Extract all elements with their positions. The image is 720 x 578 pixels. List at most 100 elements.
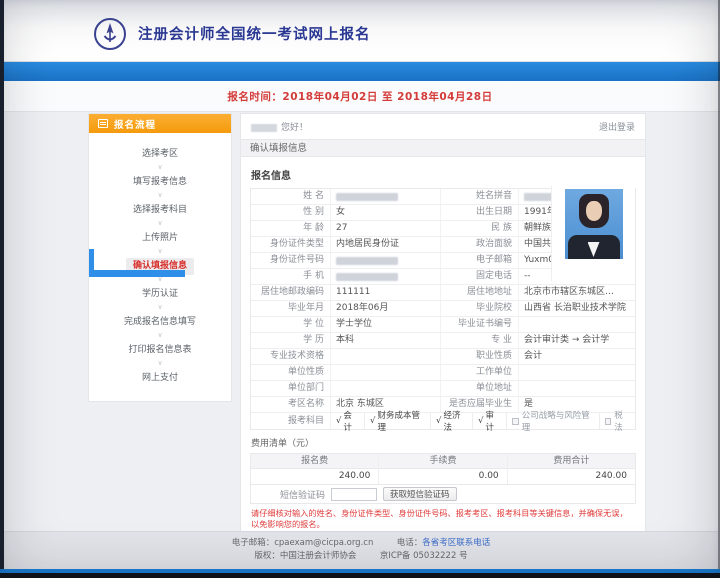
- subject-label: 财务成本管理: [377, 409, 425, 433]
- footer-phone-label: 电话：: [397, 538, 423, 548]
- sidebar-step-item[interactable]: 打印报名信息表: [89, 341, 231, 359]
- field-label: 身份证件类型: [251, 237, 331, 252]
- checkbox-icon: [605, 418, 612, 425]
- get-sms-code-button[interactable]: 获取短信验证码: [383, 487, 457, 501]
- cicpa-logo-icon: [92, 16, 128, 52]
- section-title-bar: 确认填报信息: [241, 139, 645, 157]
- fee-column-value: 240.00: [251, 469, 378, 484]
- subject-option: 经济法: [431, 413, 473, 429]
- subject-label: 税法: [614, 409, 630, 433]
- sidebar-step-label: 打印报名信息表: [121, 342, 198, 359]
- field-label: 电子邮箱: [441, 253, 519, 268]
- sidebar-step: 填写报考信息: [89, 173, 231, 201]
- field-label: 居住地地址: [441, 285, 519, 300]
- applicant-photo: [565, 189, 623, 259]
- field-label: 毕业院校: [441, 301, 519, 316]
- footer-contact-line: 电子邮箱：cpaexam@cicpa.org.cn 电话：各省考区联系电话: [4, 537, 718, 550]
- field-label: 单位地址: [441, 381, 519, 396]
- fee-table: 报名费 240.00 手续费 0.00 费用合计 240.00: [250, 453, 636, 485]
- chevron-down-icon: [89, 331, 231, 341]
- field-value: [331, 253, 441, 268]
- sidebar-step: 上传照片: [89, 229, 231, 257]
- check-icon: [336, 416, 341, 426]
- form-row: 学 位 学士学位 毕业证书编号: [251, 317, 635, 333]
- top-nav-bar: [0, 62, 720, 81]
- photo-face: [586, 201, 602, 221]
- form-row: 居住地邮政编码 111111 居住地地址 北京市市辖区东城区…: [251, 285, 635, 301]
- footer-phone-link[interactable]: 各省考区联系电话: [422, 538, 490, 548]
- greeting-row: 您好！ 退出登录: [241, 114, 645, 139]
- sidebar-step-item[interactable]: 学历认证: [89, 285, 231, 303]
- field-value: [519, 365, 639, 380]
- fee-column-value: 240.00: [508, 469, 635, 484]
- screen-edge-bottom: [0, 573, 720, 578]
- form-wrap: 报名信息 姓 名 姓名拼音 性 别 女 出生日期 1991年07月23日: [241, 157, 645, 567]
- field-label: 手 机: [251, 269, 331, 284]
- sidebar-step-label: 学历认证: [135, 286, 185, 303]
- sidebar-step-item[interactable]: 网上支付: [89, 369, 231, 387]
- field-label: 职业性质: [441, 349, 519, 364]
- field-label: 政治面貌: [441, 237, 519, 252]
- field-label: 性 别: [251, 205, 331, 220]
- field-label: 专业技术资格: [251, 349, 331, 364]
- chevron-down-icon: [89, 359, 231, 369]
- form-row: 学 历 本科 专 业 会计审计类 → 会计学: [251, 333, 635, 349]
- sidebar-step-label: 网上支付: [135, 370, 185, 387]
- check-icon: [478, 416, 483, 426]
- notice-strip: 报名时间：2018年04月02日 至 2018年04月28日: [0, 81, 720, 112]
- sidebar-step: 网上支付: [89, 369, 231, 387]
- field-value: [519, 317, 639, 332]
- field-value: 北京市市辖区东城区…: [519, 285, 639, 300]
- field-value: 学士学位: [331, 317, 441, 332]
- user-greeting: 您好！: [251, 120, 308, 133]
- sms-code-label: 短信验证码: [251, 488, 331, 501]
- confirmation-warning-text: 请仔细核对输入的姓名、身份证件类型、身份证件号码、报考考区、报考科目等关键信息，…: [250, 504, 636, 533]
- sidebar-step-item[interactable]: 上传照片: [89, 229, 231, 247]
- fee-column: 费用合计 240.00: [508, 454, 635, 484]
- fee-column: 手续费 0.00: [379, 454, 507, 484]
- subject-option: 公司战略与风险管理: [507, 413, 599, 429]
- field-label: 身份证件号码: [251, 253, 331, 268]
- subject-option: 财务成本管理: [365, 413, 431, 429]
- fee-column-header: 报名费: [251, 454, 378, 469]
- user-name-redacted: [251, 124, 277, 132]
- sms-code-input[interactable]: [331, 488, 377, 501]
- footer-email-label: 电子邮箱：: [232, 538, 275, 548]
- logout-link[interactable]: 退出登录: [599, 120, 635, 133]
- process-sidebar: 报名流程 选择考区 填写报考信息: [88, 113, 232, 402]
- form-row: 专业技术资格 职业性质 会计: [251, 349, 635, 365]
- footer-email: cpaexam@cicpa.org.cn: [274, 538, 373, 548]
- field-label: 年 龄: [251, 221, 331, 236]
- field-label: 固定电话: [441, 269, 519, 284]
- field-label: 姓 名: [251, 189, 331, 204]
- form-row: 单位部门 单位地址: [251, 381, 635, 397]
- process-list-icon: [98, 119, 108, 128]
- sidebar-step-label: 完成报名信息填写: [117, 314, 203, 331]
- chevron-down-icon: [89, 247, 231, 257]
- field-value: 27: [331, 221, 441, 236]
- chevron-down-icon: [89, 303, 231, 313]
- sms-verification-row: 短信验证码 获取短信验证码: [250, 485, 636, 504]
- field-value: [331, 365, 441, 380]
- sidebar-step: 完成报名信息填写: [89, 313, 231, 341]
- sidebar-step-item[interactable]: 填写报考信息: [89, 173, 231, 191]
- fee-list-title: 费用清单（元）: [250, 430, 636, 453]
- sidebar-step-item[interactable]: 选择报考科目: [89, 201, 231, 219]
- field-value: 会计: [519, 349, 639, 364]
- registration-period-notice: 报名时间：2018年04月02日 至 2018年04月28日: [227, 89, 492, 104]
- sidebar-step-item[interactable]: 选择考区: [89, 145, 231, 163]
- check-icon: [436, 416, 441, 426]
- chevron-down-icon: [89, 191, 231, 201]
- content-card: 您好！ 退出登录 确认填报信息 报名信息 姓 名 姓名拼音 性 别: [240, 113, 646, 568]
- sidebar-step: 学历认证: [89, 285, 231, 313]
- footer-copyright-line: 版权：中国注册会计师协会 京ICP备 05032222 号: [4, 550, 718, 563]
- screen-edge-left: [0, 0, 4, 578]
- fee-column: 报名费 240.00: [251, 454, 379, 484]
- field-value: [331, 189, 441, 204]
- sidebar-step-item[interactable]: 完成报名信息填写: [89, 313, 231, 331]
- field-label: 出生日期: [441, 205, 519, 220]
- field-label: 毕业证书编号: [441, 317, 519, 332]
- field-value: [519, 381, 639, 396]
- field-value: 内地居民身份证: [331, 237, 441, 252]
- subject-label: 会计: [343, 409, 359, 433]
